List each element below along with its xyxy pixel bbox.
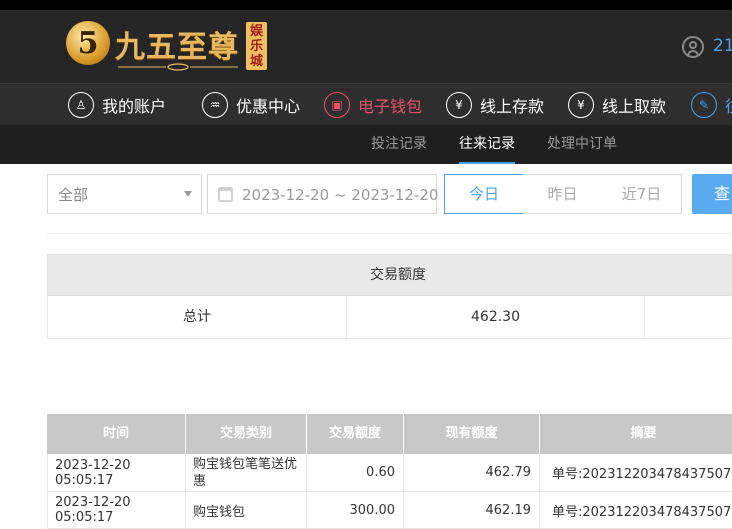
summary-header-label: 交易额度	[370, 267, 426, 283]
nav-item-label: 往	[725, 93, 732, 117]
date-range-value: 2023-12-20 ~ 2023-12-20	[242, 186, 439, 204]
query-button[interactable]: 查	[692, 174, 732, 214]
cell-balance: 462.19	[404, 492, 540, 528]
nav-item-label: 优惠中心	[236, 97, 301, 116]
withdraw-icon: ¥	[568, 92, 594, 118]
nav-item-online-deposit[interactable]: ¥ 线上存款	[446, 92, 544, 118]
table-header: 时间 交易类别 交易额度 现有额度 摘要	[47, 414, 732, 454]
column-header-time: 时间	[47, 414, 186, 454]
nav-item-records[interactable]: ✎ 往	[691, 92, 732, 118]
tab-bet-records[interactable]: 投注记录	[371, 125, 427, 164]
cell-time: 2023-12-20 05:05:17	[48, 454, 186, 491]
range-today-button[interactable]: 今日	[444, 174, 524, 214]
table-row: 2023-12-20 05:05:17 购宝钱包笔笔送优惠 0.60 462.7…	[47, 454, 732, 492]
brand-flourish-icon	[118, 63, 238, 71]
range-7days-button[interactable]: 近7日	[602, 174, 682, 214]
record-icon: ✎	[691, 92, 717, 118]
nav-item-my-account[interactable]: ♙ 我的账户	[68, 92, 166, 118]
nav-item-label: 线上取款	[602, 97, 667, 116]
user-id-text[interactable]: 21	[713, 36, 732, 56]
date-range-input[interactable]: 2023-12-20 ~ 2023-12-20	[207, 174, 439, 214]
cell-type: 购宝钱包笔笔送优惠	[186, 454, 307, 491]
brand-name[interactable]: 九五至尊	[115, 22, 239, 66]
user-circle-icon: ♙	[68, 92, 94, 118]
cell-type-text: 购宝钱包笔笔送优惠	[193, 456, 298, 489]
user-avatar-icon[interactable]	[682, 36, 704, 58]
tab-transaction-records[interactable]: 往来记录	[459, 125, 515, 164]
cell-memo: 单号:202312203478437507	[552, 467, 732, 482]
summary-total-value: 462.30	[471, 309, 520, 325]
deposit-icon: ¥	[446, 92, 472, 118]
cell-memo: 单号:202312203478437507	[552, 504, 732, 520]
wallet-icon: ▣	[324, 92, 350, 118]
type-select[interactable]: 全部	[47, 174, 202, 214]
caret-down-icon	[184, 191, 192, 197]
summary-header: 交易额度	[47, 254, 732, 296]
site-header: 5 九五至尊 娱乐城 21	[0, 10, 732, 83]
range-yesterday-button[interactable]: 昨日	[523, 174, 603, 214]
sub-nav: 投注记录 往来记录 处理中订单	[0, 125, 732, 164]
table-row: 2023-12-20 05:05:17 购宝钱包 300.00 462.19 单…	[47, 492, 732, 529]
calendar-icon	[218, 187, 233, 202]
main-nav: ♙ 我的账户 ♒ 优惠中心 ▣ 电子钱包 ¥ 线上存款 ¥ 线上取款 ✎ 往	[0, 83, 732, 125]
nav-item-label: 电子钱包	[358, 97, 423, 116]
cell-type: 购宝钱包	[186, 492, 307, 528]
cell-balance: 462.79	[404, 454, 540, 491]
column-header-type: 交易类别	[186, 414, 307, 454]
summary-divider	[644, 296, 645, 338]
nav-item-label: 线上存款	[480, 97, 545, 116]
filter-divider	[47, 233, 732, 234]
type-select-value: 全部	[58, 186, 89, 204]
nav-item-label: 我的账户	[102, 97, 167, 116]
gift-icon: ♒	[202, 92, 228, 118]
column-header-amount: 交易额度	[307, 414, 404, 454]
cell-amount: 300.00	[307, 492, 404, 528]
column-header-balance: 现有额度	[404, 414, 540, 454]
cell-amount: 0.60	[307, 454, 404, 491]
brand-logo-badge[interactable]: 5	[66, 21, 110, 65]
cell-time: 2023-12-20 05:05:17	[48, 492, 186, 528]
summary-row: 总计 462.30	[47, 296, 732, 339]
nav-item-online-withdraw[interactable]: ¥ 线上取款	[568, 92, 666, 118]
summary-total-label: 总计	[183, 309, 211, 325]
top-strip	[0, 0, 732, 10]
tab-pending-orders[interactable]: 处理中订单	[547, 125, 617, 164]
column-header-memo: 摘要	[630, 426, 657, 441]
brand-stamp: 娱乐城	[246, 22, 267, 70]
nav-item-e-wallet[interactable]: ▣ 电子钱包	[324, 92, 422, 118]
nav-item-promotions[interactable]: ♒ 优惠中心	[202, 92, 300, 118]
